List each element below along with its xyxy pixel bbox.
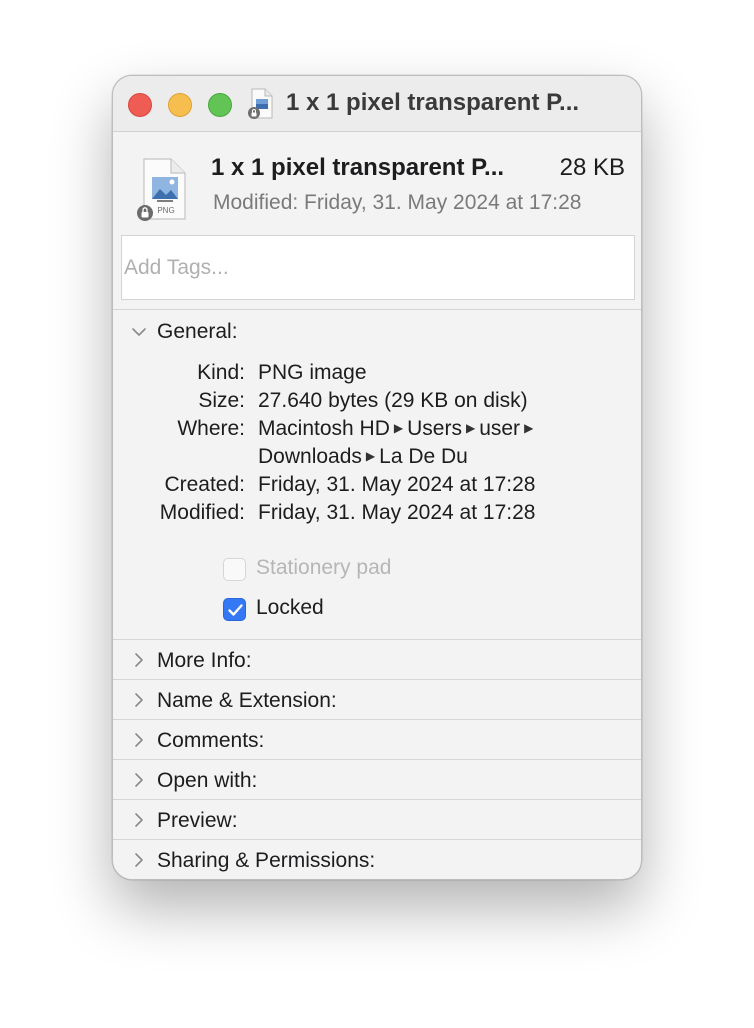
file-size: 28 KB <box>559 154 625 181</box>
png-file-icon <box>248 88 273 119</box>
triangle-right-icon: ▶ <box>524 421 534 435</box>
path-segment: Downloads <box>258 445 362 468</box>
section-label: Preview: <box>157 809 238 832</box>
file-type-label: PNG <box>157 206 174 215</box>
zoom-button[interactable] <box>208 93 232 117</box>
created-value: Friday, 31. May 2024 at 17:28 <box>258 473 536 496</box>
section-label: Name & Extension: <box>157 689 337 712</box>
section-label: Open with: <box>157 769 258 792</box>
size-label: Size: <box>198 389 245 412</box>
stationery-pad-label: Stationery pad <box>256 556 392 579</box>
triangle-right-icon: ▶ <box>365 449 376 463</box>
tags-input[interactable] <box>121 235 635 300</box>
png-file-icon: PNG <box>137 158 186 221</box>
modified-value: Friday, 31. May 2024 at 17:28 <box>258 501 536 524</box>
chevron-down-icon[interactable] <box>131 324 147 340</box>
window-title: 1 x 1 pixel transparent P... <box>286 89 580 116</box>
chevron-right-icon[interactable] <box>131 772 147 788</box>
section-label-general: General: <box>157 320 238 343</box>
path-segment: Macintosh HD <box>258 417 390 440</box>
title-bar[interactable]: 1 x 1 pixel transparent P... <box>113 76 641 132</box>
section-general[interactable]: General: <box>113 312 641 352</box>
file-name: 1 x 1 pixel transparent P... <box>211 154 505 181</box>
created-label: Created: <box>164 473 245 496</box>
modified-label: Modified: <box>159 501 245 524</box>
size-value: 27.640 bytes (29 KB on disk) <box>258 389 528 412</box>
kind-value: PNG image <box>258 361 367 384</box>
divider <box>113 309 641 310</box>
where-path-line-1: Macintosh HD ▶ Users ▶ user ▶ <box>258 417 537 441</box>
minimize-button[interactable] <box>168 93 192 117</box>
file-summary: PNG 1 x 1 pixel transparent P... 28 KB M… <box>113 133 641 233</box>
chevron-right-icon[interactable] <box>131 652 147 668</box>
path-segment: Users <box>407 417 462 440</box>
kind-label: Kind: <box>197 361 245 384</box>
section-label: Sharing & Permissions: <box>157 849 376 872</box>
close-button[interactable] <box>128 93 152 117</box>
section-open-with[interactable]: Open with: <box>113 760 641 800</box>
section-label: More Info: <box>157 649 252 672</box>
section-sharing-permissions[interactable]: Sharing & Permissions: <box>113 840 641 879</box>
checkmark-icon <box>228 604 243 616</box>
section-more-info[interactable]: More Info: <box>113 640 641 680</box>
chevron-right-icon[interactable] <box>131 732 147 748</box>
chevron-right-icon[interactable] <box>131 852 147 868</box>
where-label: Where: <box>177 417 245 440</box>
path-segment: user <box>479 417 521 440</box>
section-preview[interactable]: Preview: <box>113 800 641 840</box>
triangle-right-icon: ▶ <box>393 421 404 435</box>
section-name-extension[interactable]: Name & Extension: <box>113 680 641 720</box>
get-info-window: 1 x 1 pixel transparent P... PNG 1 x 1 p… <box>112 75 642 880</box>
locked-label: Locked <box>256 596 324 619</box>
locked-checkbox[interactable] <box>223 598 246 621</box>
section-comments[interactable]: Comments: <box>113 720 641 760</box>
stationery-pad-checkbox <box>223 558 246 581</box>
section-label: Comments: <box>157 729 265 752</box>
chevron-right-icon[interactable] <box>131 692 147 708</box>
modified-date: Modified: Friday, 31. May 2024 at 17:28 <box>213 191 582 214</box>
where-path-line-2: Downloads ▶ La De Du <box>258 445 468 469</box>
path-segment: La De Du <box>379 445 468 468</box>
chevron-right-icon[interactable] <box>131 812 147 828</box>
triangle-right-icon: ▶ <box>465 421 476 435</box>
